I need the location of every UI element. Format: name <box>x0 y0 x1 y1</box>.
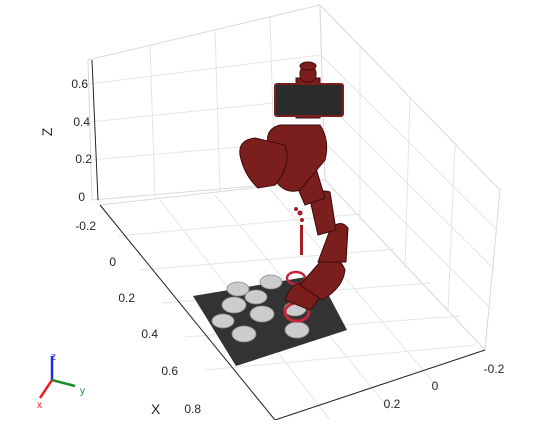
x-tick: -0.2 <box>75 219 96 233</box>
x-tick: 0.4 <box>141 327 158 341</box>
triad-x-line <box>38 379 54 399</box>
x-tick: 0.8 <box>184 402 201 416</box>
coin <box>259 274 283 290</box>
coin <box>211 313 235 329</box>
x-tick: 0 <box>109 255 116 269</box>
triad-x-label: x <box>37 400 42 411</box>
z-tick: 0.4 <box>73 115 90 129</box>
z-tick: 0.6 <box>71 77 88 91</box>
triad-y-label: y <box>80 386 85 397</box>
y-tick: 0 <box>432 379 439 393</box>
z-axis-label: Z <box>39 127 55 136</box>
z-tick: 0.2 <box>75 152 92 166</box>
x-tick: 0.2 <box>118 291 135 305</box>
coin <box>249 305 275 323</box>
triad-y-line <box>51 378 76 388</box>
y-tick: -0.2 <box>484 362 505 376</box>
z-tick: 0 <box>78 190 85 204</box>
orientation-triad: z y x <box>37 352 85 411</box>
coin <box>221 296 247 314</box>
coin <box>284 321 310 339</box>
x-axis-label: X <box>151 401 161 417</box>
3d-axes: 0 0.2 0.4 0.6 Z -0.2 0 0.2 0.4 0.6 0.8 X… <box>37 3 505 421</box>
x-tick: 0.6 <box>161 364 178 378</box>
y-tick: 0.2 <box>384 397 401 411</box>
coin <box>244 289 268 305</box>
3d-plot-viewport[interactable]: 0 0.2 0.4 0.6 Z -0.2 0 0.2 0.4 0.6 0.8 X… <box>0 0 560 421</box>
coin <box>231 325 257 343</box>
triad-z-label: z <box>51 352 56 363</box>
robot-base-plate <box>274 83 344 117</box>
